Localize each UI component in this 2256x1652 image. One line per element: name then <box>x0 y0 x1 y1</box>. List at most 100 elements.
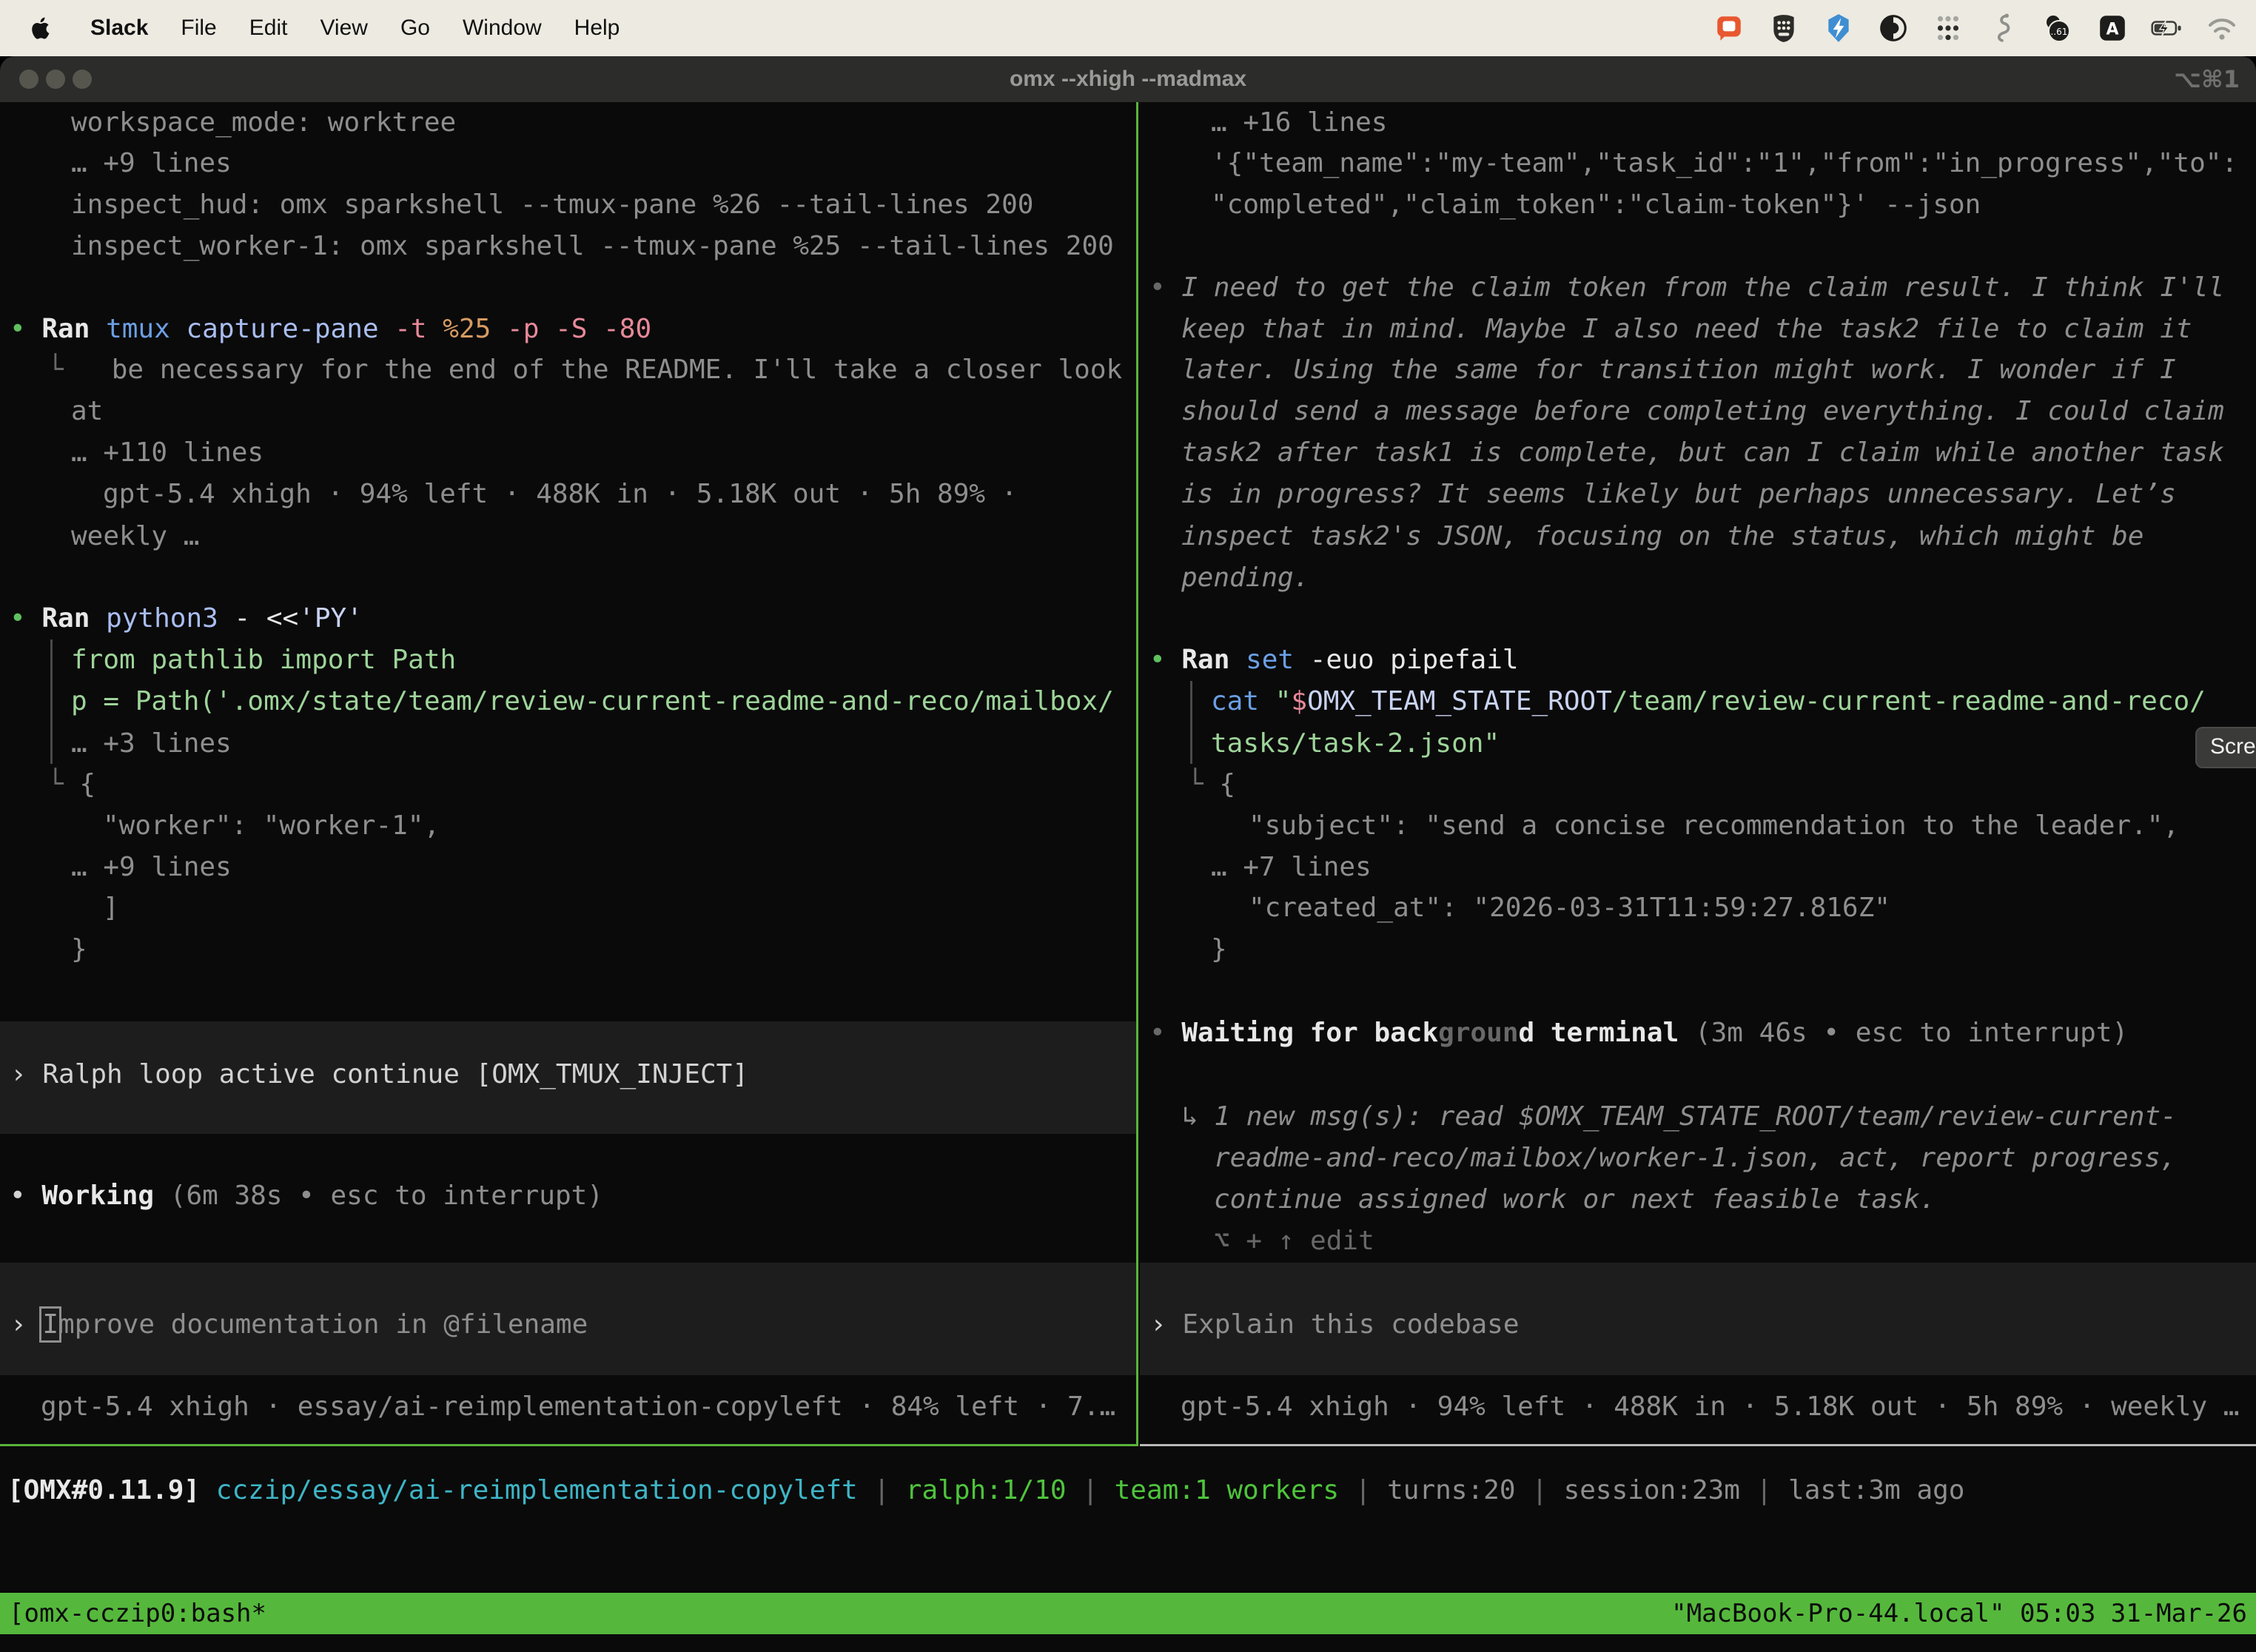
text-segment: Ran <box>1181 645 1229 675</box>
terminal-line: is in progress? It seems likely but perh… <box>1181 474 2176 515</box>
terminal-line: } <box>1211 929 1227 970</box>
pane-divider[interactable] <box>1136 102 1138 1446</box>
tmux-status-bar: [omx-cczip0:bash* "MacBook-Pro-44.local"… <box>0 1593 2256 1634</box>
window-titlebar[interactable]: omx --xhigh --madmax ⌥⌘1 <box>0 56 2256 102</box>
text-segment: … +9 lines <box>71 148 232 178</box>
text-segment: Explain this codebase <box>1182 1309 1519 1340</box>
menu-item-file[interactable]: File <box>181 16 216 41</box>
text-segment: readme-and-reco/mailbox/worker-1.json, a… <box>1214 1143 2176 1173</box>
text-segment: OMX_TEAM_STATE_ROOT <box>1307 686 1612 716</box>
terminal-line: at <box>71 391 103 432</box>
terminal-line: • Ran tmux capture-pane -t %25 -p -S -80 <box>10 309 651 350</box>
text-segment <box>587 314 603 344</box>
text-segment: Ralph loop active continue [OMX_TMUX_INJ… <box>42 1059 748 1089</box>
text-segment: tmux <box>106 314 170 344</box>
pane-border-active <box>0 1444 1138 1446</box>
text-segment: inspect_worker-1: omx sparkshell --tmux-… <box>71 231 1114 261</box>
prompt-input[interactable]: › Explain this codebase <box>1150 1304 1520 1346</box>
text-segment <box>90 314 106 344</box>
text-segment <box>1516 1475 1532 1505</box>
text-segment: tasks/task-2.json" <box>1211 728 1500 759</box>
menu-left: Slack File Edit View Go Window Help <box>0 12 620 44</box>
text-segment: %25 <box>443 314 491 344</box>
terminal-line: from pathlib import Path <box>71 639 456 681</box>
prompt-input[interactable]: › Improve documentation in @filename <box>10 1304 588 1346</box>
text-segment: pending. <box>1181 563 1309 593</box>
text-segment: › <box>10 1309 42 1340</box>
text-segment: } <box>1211 934 1227 964</box>
menu-item-view[interactable]: View <box>320 16 367 41</box>
text-segment <box>170 314 187 344</box>
timer-badge-61-icon[interactable]: ..61 <box>2041 12 2074 44</box>
window-shortcut-badge: ⌥⌘1 <box>2174 56 2240 102</box>
menu-item-window[interactable]: Window <box>463 16 542 41</box>
terminal-line: keep that in mind. Maybe I also need the… <box>1181 309 2192 350</box>
text-segment: from pathlib import Path <box>71 645 456 675</box>
text-segment: | <box>1756 1475 1773 1505</box>
text-segment: ↳ <box>1182 1101 1214 1132</box>
text-segment <box>200 1475 216 1505</box>
text-segment: /team/review-current-readme-and-reco/ <box>1612 686 2206 716</box>
text-segment: set <box>1246 645 1294 675</box>
wifi-icon[interactable] <box>2206 12 2238 44</box>
text-segment: | <box>873 1475 890 1505</box>
text-segment: ] <box>103 893 119 923</box>
text-segment: ralph:1/10 <box>906 1475 1067 1505</box>
pane-border-inactive <box>1140 1444 2256 1446</box>
terminal-line: … +9 lines <box>71 847 232 888</box>
tmux-pane-left[interactable]: workspace_mode: worktree… +9 linesinspec… <box>0 102 1137 1444</box>
text-segment: later. Using the same for transition mig… <box>1181 355 2176 385</box>
pie-arc-icon[interactable] <box>1877 12 1910 44</box>
screen-share-icon[interactable] <box>1713 12 1745 44</box>
text-segment: • <box>10 603 41 634</box>
tmux-pane-right[interactable]: … +16 lines'{"team_name":"my-team","task… <box>1140 102 2256 1444</box>
text-segment: Working <box>41 1181 154 1211</box>
text-segment: { <box>1219 769 1235 799</box>
vpn-bolt-icon[interactable] <box>1822 12 1855 44</box>
battery-charging-icon[interactable] <box>2151 12 2183 44</box>
text-segment: -euo pipefail <box>1310 645 1519 675</box>
model-status-line: gpt-5.4 xhigh · 94% left · 488K in · 5.1… <box>1181 1386 2239 1428</box>
text-segment: capture-pane <box>186 314 378 344</box>
text-segment: Waiting for back <box>1181 1018 1438 1048</box>
desktop-screen: Slack File Edit View Go Window Help ..61 A omx… <box>0 0 2256 1652</box>
terminal-line: "subject": "send a concise recommendatio… <box>1249 805 2179 847</box>
text-segment: python3 <box>106 603 218 634</box>
menu-item-go[interactable]: Go <box>400 16 430 41</box>
terminal-line: … +3 lines <box>71 723 232 765</box>
keyboard-shield-icon[interactable] <box>1767 12 1800 44</box>
text-segment: • <box>1149 1018 1181 1048</box>
terminal-line: └ { <box>1187 764 1235 805</box>
dots-grid-icon[interactable] <box>1932 12 1964 44</box>
input-source-a-icon[interactable]: A <box>2096 12 2129 44</box>
window-title: omx --xhigh --madmax <box>0 56 2256 102</box>
text-segment: keep that in mind. Maybe I also need the… <box>1181 314 2192 344</box>
terminal-line: └ be necessary for the end of the README… <box>47 349 1122 391</box>
text-segment <box>427 314 443 344</box>
text-segment: cat <box>1211 686 1259 716</box>
terminal-line: } <box>71 929 87 970</box>
omx-status-line: [OMX#0.11.9] cczip/essay/ai-reimplementa… <box>7 1470 1964 1511</box>
text-segment: -80 <box>603 314 651 344</box>
working-status: • Working (6m 38s • esc to interrupt) <box>10 1175 603 1217</box>
text-segment: (6m 38s • esc to interrupt) <box>170 1181 603 1211</box>
terminal-line: … +110 lines <box>71 432 263 474</box>
text-segment: be necessary for the end of the README. … <box>64 355 1122 385</box>
menu-item-edit[interactable]: Edit <box>249 16 288 41</box>
text-segment: | <box>1531 1475 1548 1505</box>
terminal-line: continue assigned work or next feasible … <box>1214 1179 1936 1220</box>
menu-app-name[interactable]: Slack <box>90 16 148 41</box>
squiggle-icon[interactable] <box>1987 12 2019 44</box>
text-segment: 1 new msg(s): read $OMX_TEAM_STATE_ROOT/… <box>1214 1101 2176 1132</box>
waiting-status: • Waiting for background terminal (3m 46… <box>1149 1013 2128 1054</box>
text-segment: gpt-5.4 xhigh · 94% left · 488K in · 5.1… <box>103 479 1017 509</box>
apple-icon[interactable] <box>25 12 58 44</box>
text-segment: " <box>1275 686 1292 716</box>
text-segment <box>1294 645 1310 675</box>
text-segment: … +9 lines <box>71 852 232 882</box>
text-segment: … +3 lines <box>71 728 232 759</box>
text-segment: -t <box>395 314 426 344</box>
menu-item-help[interactable]: Help <box>574 16 620 41</box>
terminal-line: • Ran python3 - <<'PY' <box>10 598 363 639</box>
text-segment <box>1067 1475 1083 1505</box>
